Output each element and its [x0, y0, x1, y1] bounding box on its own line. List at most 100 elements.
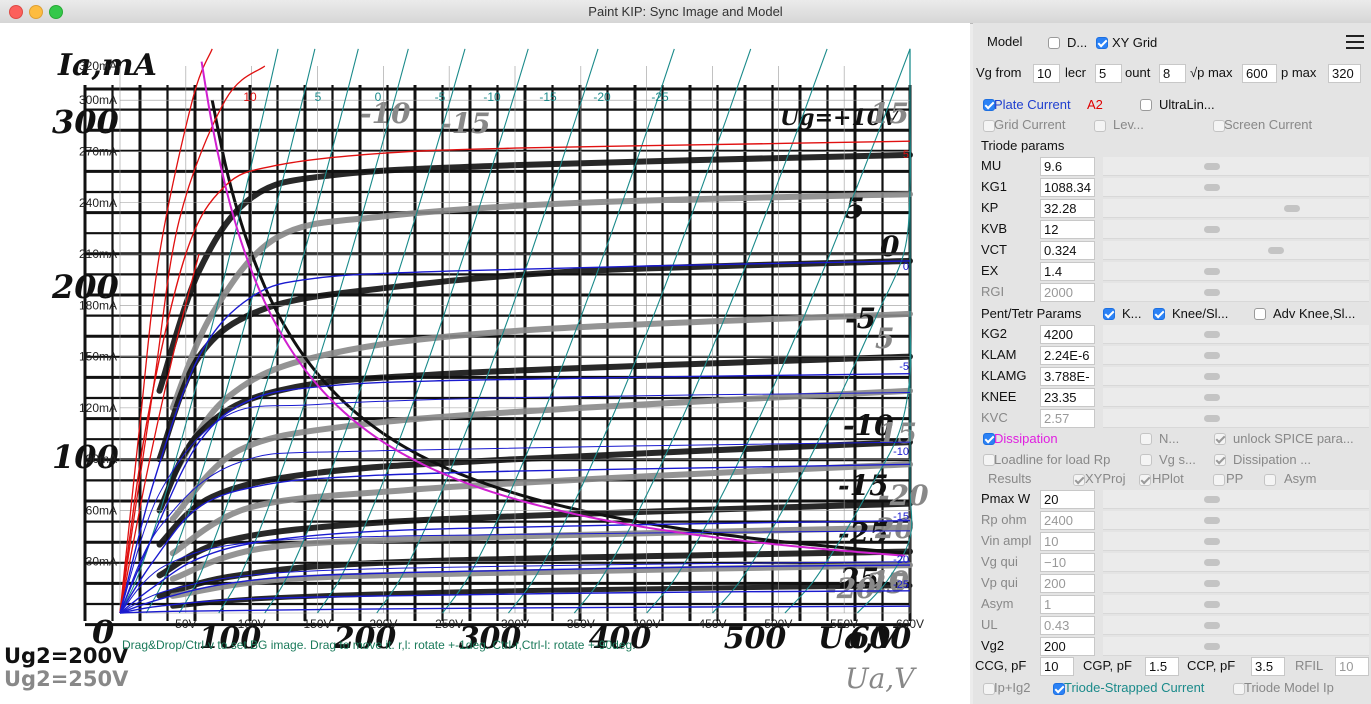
load-vp-qui-field[interactable]: 200	[1040, 574, 1095, 593]
pent-kg2-field[interactable]: 4200	[1040, 325, 1095, 344]
top-curve-label: -15	[539, 90, 557, 104]
cgp-field[interactable]: 1.5	[1145, 657, 1179, 676]
slider-knob[interactable]	[1204, 184, 1220, 191]
slider-knob[interactable]	[1268, 247, 1284, 254]
load-vin-ampl-field[interactable]: 10	[1040, 532, 1095, 551]
load-vin-ampl-slider[interactable]	[1103, 532, 1369, 551]
vg-from-field[interactable]: 10	[1033, 64, 1060, 83]
load-vg2-slider[interactable]	[1103, 637, 1369, 656]
pent-kvc-slider[interactable]	[1103, 409, 1369, 428]
load-asym-slider[interactable]	[1103, 595, 1369, 614]
slider-knob[interactable]	[1204, 226, 1220, 233]
ccp-field[interactable]: 3.5	[1251, 657, 1285, 676]
triode-kvb-field[interactable]: 12	[1040, 220, 1095, 239]
ultralin-checkbox[interactable]	[1140, 99, 1152, 111]
vg-s-checkbox[interactable]	[1140, 454, 1152, 466]
hamburger-menu-icon[interactable]	[1346, 35, 1364, 49]
triode-vct-field[interactable]: 0.324	[1040, 241, 1095, 260]
slider-knob[interactable]	[1204, 415, 1220, 422]
slider-knob[interactable]	[1204, 517, 1220, 524]
load-ul-field[interactable]: 0.43	[1040, 616, 1095, 635]
slider-knob[interactable]	[1204, 268, 1220, 275]
d-checkbox[interactable]	[1048, 37, 1060, 49]
slider-knob[interactable]	[1204, 580, 1220, 587]
slider-knob[interactable]	[1204, 373, 1220, 380]
triode-rgi-field[interactable]: 2000	[1040, 283, 1095, 302]
ccg-field[interactable]: 10	[1040, 657, 1074, 676]
load-vp-qui-slider[interactable]	[1103, 574, 1369, 593]
triode-kp-slider[interactable]	[1103, 199, 1369, 218]
triode-mu-slider[interactable]	[1103, 157, 1369, 176]
triode-ex-field[interactable]: 1.4	[1040, 262, 1095, 281]
dissipation2-checkbox[interactable]	[1214, 454, 1226, 466]
hplot-checkbox[interactable]	[1139, 474, 1151, 486]
triode-rgi-slider[interactable]	[1103, 283, 1369, 302]
slider-knob[interactable]	[1284, 205, 1300, 212]
slider-knob[interactable]	[1204, 289, 1220, 296]
n-checkbox[interactable]	[1140, 433, 1152, 445]
unlock-spice-checkbox[interactable]	[1214, 433, 1226, 445]
y-tick-label: 60mA	[86, 503, 117, 517]
decr-field[interactable]: 5	[1095, 64, 1122, 83]
characteristic-plot[interactable]: Ia,mA3002001000 100 200 300 400 500 600Ua,VUa,…	[0, 23, 970, 704]
k-checkbox[interactable]	[1103, 308, 1115, 320]
xyproj-checkbox[interactable]	[1073, 474, 1085, 486]
rfil-field[interactable]: 10	[1335, 657, 1369, 676]
pent-kvc-field[interactable]: 2.57	[1040, 409, 1095, 428]
top-curve-label: 0	[375, 90, 382, 104]
pent-klamg-field[interactable]: 3.788E-	[1040, 367, 1095, 386]
load-vg2-field[interactable]: 200	[1040, 637, 1095, 656]
pent-kg2-slider[interactable]	[1103, 325, 1369, 344]
slider-knob[interactable]	[1204, 496, 1220, 503]
triode-mu-field[interactable]: 9.6	[1040, 157, 1095, 176]
slider-knob[interactable]	[1204, 622, 1220, 629]
knee-sl-checkbox[interactable]	[1153, 308, 1165, 320]
bg-x-axis-title-gray: Ua,V	[845, 662, 917, 695]
pent-klamg-slider[interactable]	[1103, 367, 1369, 386]
xy-grid-checkbox[interactable]	[1096, 37, 1108, 49]
load-vg-qui-field[interactable]: −10	[1040, 553, 1095, 572]
pp-checkbox[interactable]	[1213, 474, 1225, 486]
load-asym-field[interactable]: 1	[1040, 595, 1095, 614]
slider-knob[interactable]	[1204, 643, 1220, 650]
vp-max-field[interactable]: 600	[1242, 64, 1277, 83]
load-vp-qui-label: Vp qui	[981, 575, 1018, 590]
triode-kvb-slider[interactable]	[1103, 220, 1369, 239]
load-pmax-w-slider[interactable]	[1103, 490, 1369, 509]
adv-knee-checkbox[interactable]	[1254, 308, 1266, 320]
asym-checkbox[interactable]	[1264, 474, 1276, 486]
lev-checkbox[interactable]	[1094, 120, 1106, 132]
load-rp-ohm-field[interactable]: 2400	[1040, 511, 1095, 530]
slider-knob[interactable]	[1204, 163, 1220, 170]
load-vg-qui-slider[interactable]	[1103, 553, 1369, 572]
triode-ex-slider[interactable]	[1103, 262, 1369, 281]
slider-knob[interactable]	[1204, 538, 1220, 545]
load-ul-slider[interactable]	[1103, 616, 1369, 635]
pent-klam-field[interactable]: 2.24E-6	[1040, 346, 1095, 365]
triode-kg1-label: KG1	[981, 179, 1008, 194]
slider-knob[interactable]	[1204, 331, 1220, 338]
slider-knob[interactable]	[1204, 394, 1220, 401]
triode-rgi-label: RGI	[981, 284, 1005, 299]
triode-vct-slider[interactable]	[1103, 241, 1369, 260]
slider-knob[interactable]	[1204, 352, 1220, 359]
slider-knob[interactable]	[1204, 559, 1220, 566]
ccp-label: CCP, pF	[1187, 658, 1236, 673]
pent-knee-field[interactable]: 23.35	[1040, 388, 1095, 407]
plot-area[interactable]: Ia,mA 300 200 100 0 100 200 300 400 500 600 Ua,V Ua,…	[0, 23, 970, 704]
triode-kp-field[interactable]: 32.28	[1040, 199, 1095, 218]
top-curve-label: -25	[651, 90, 669, 104]
load-pmax-w-field[interactable]: 20	[1040, 490, 1095, 509]
count-field[interactable]: 8	[1159, 64, 1186, 83]
count-label: ount	[1125, 65, 1151, 80]
load-rp-ohm-slider[interactable]	[1103, 511, 1369, 530]
triode-kg1-slider[interactable]	[1103, 178, 1369, 197]
pent-klam-slider[interactable]	[1103, 346, 1369, 365]
load-pmax-w-label: Pmax W	[981, 491, 1031, 506]
y-tick-label: 210mA	[79, 247, 117, 261]
triode-kg1-field[interactable]: 1088.34	[1040, 178, 1095, 197]
dissipation2-label: Dissipation ...	[1233, 452, 1312, 467]
pent-knee-slider[interactable]	[1103, 388, 1369, 407]
ip-max-field[interactable]: 320	[1328, 64, 1361, 83]
slider-knob[interactable]	[1204, 601, 1220, 608]
